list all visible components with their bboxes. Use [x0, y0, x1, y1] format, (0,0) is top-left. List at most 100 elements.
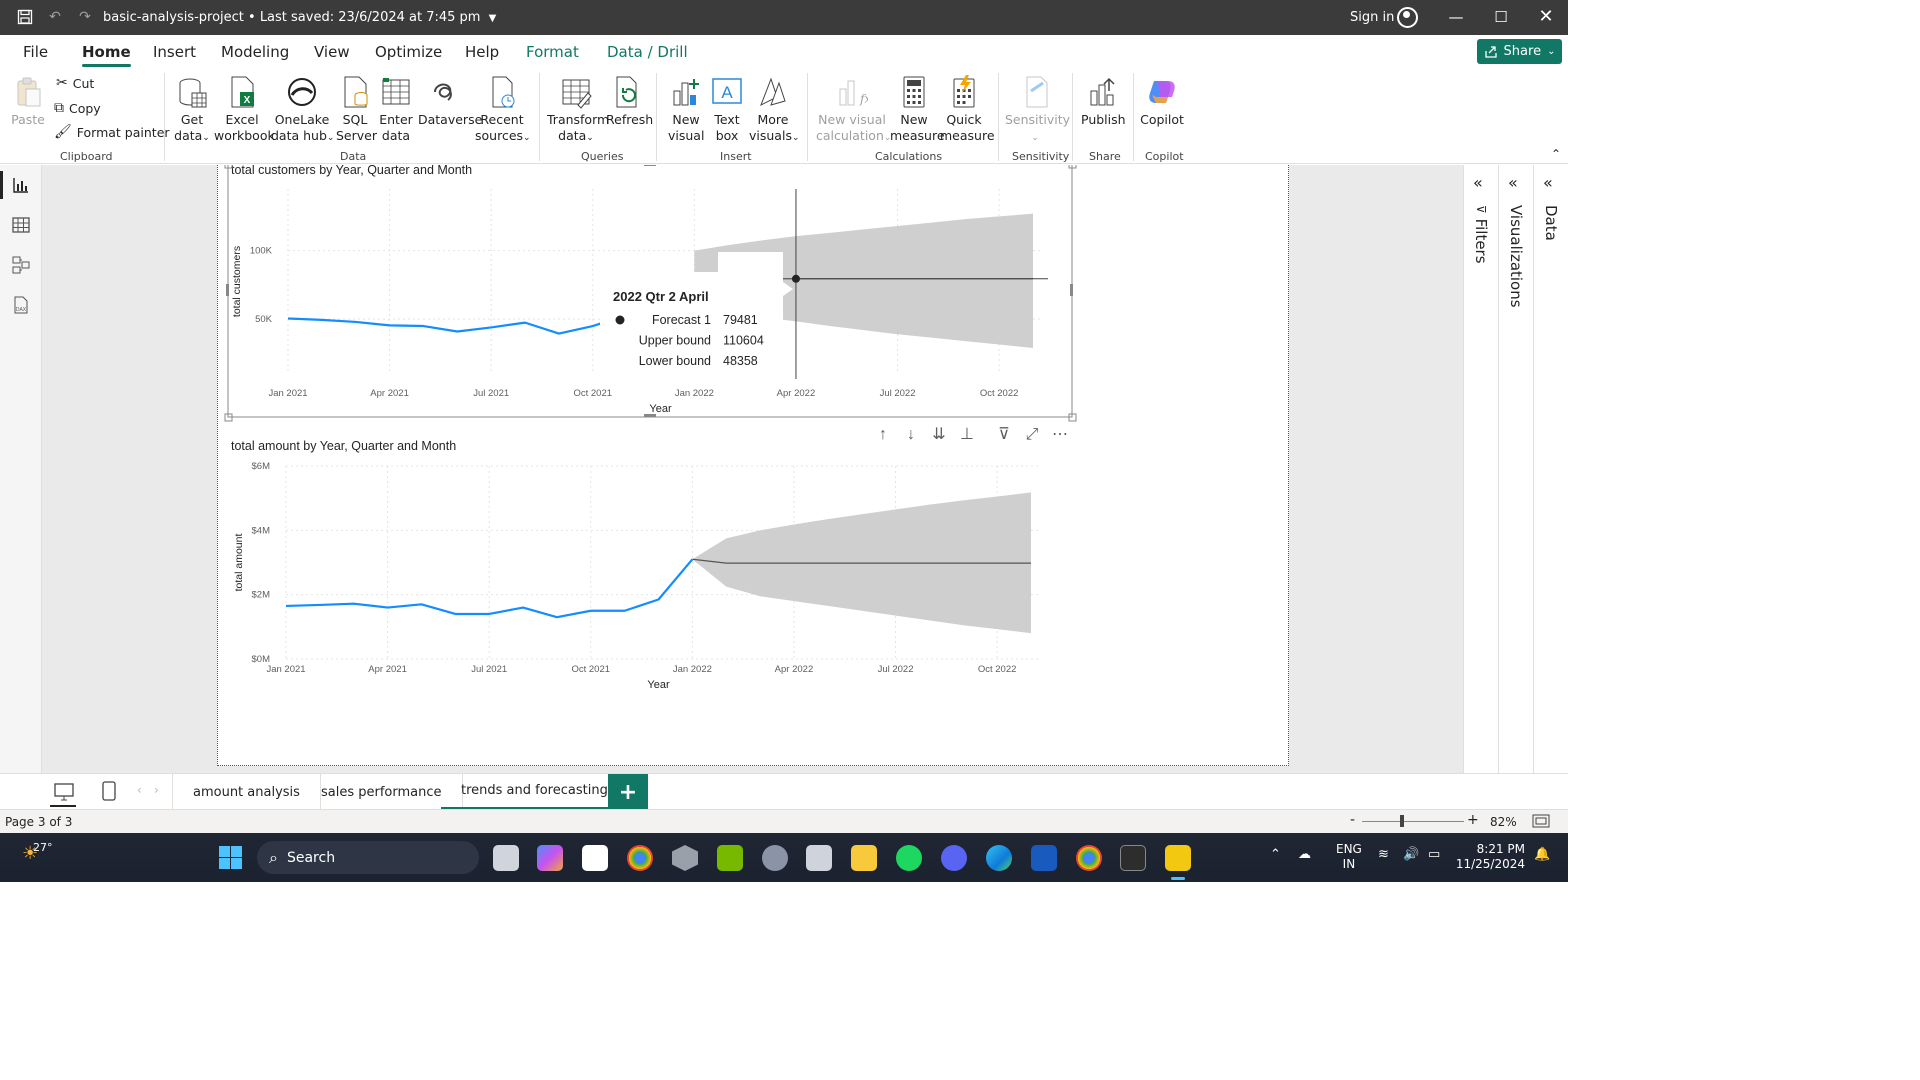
settings-icon[interactable]	[762, 845, 788, 871]
resize-handle-edge[interactable]	[644, 165, 656, 166]
taskbar-search[interactable]: ⌕ Search	[257, 841, 479, 874]
transform-data-button[interactable]: Transform data⌄	[547, 75, 609, 146]
series-point[interactable]	[385, 605, 391, 611]
notification-bell-icon[interactable]: 🔔	[1534, 847, 1550, 862]
series-point[interactable]	[418, 601, 424, 607]
format-painter-button[interactable]: 🖌 Format painter	[54, 124, 170, 140]
zoom-out-button[interactable]: -	[1350, 812, 1355, 828]
chrome-icon[interactable]	[627, 845, 653, 871]
task-view-icon[interactable]	[493, 845, 519, 871]
window-title[interactable]: basic-analysis-project • Last saved: 23/…	[103, 10, 496, 25]
file-explorer-icon[interactable]	[851, 845, 877, 871]
fit-to-page-icon[interactable]	[1532, 814, 1550, 828]
add-page-button[interactable]: +	[608, 774, 648, 810]
page-tab-trends-and-forecasting[interactable]: trends and forecasting	[441, 774, 629, 810]
zoom-slider-thumb[interactable]	[1400, 815, 1404, 827]
tab-file[interactable]: File	[23, 43, 48, 61]
expand-filters-icon[interactable]: «	[1473, 173, 1483, 192]
enter-data-button[interactable]: Enter data	[378, 75, 414, 144]
get-data-button[interactable]: Get data⌄	[173, 75, 211, 146]
tab-insert[interactable]: Insert	[153, 43, 196, 61]
resize-handle-edge[interactable]	[226, 284, 229, 296]
series-point[interactable]	[319, 317, 325, 323]
word-icon[interactable]	[1031, 845, 1057, 871]
series-point[interactable]	[420, 323, 426, 329]
battery-icon[interactable]: ▭	[1428, 847, 1440, 862]
series-point[interactable]	[283, 603, 289, 609]
series-point[interactable]	[590, 323, 596, 329]
tab-modeling[interactable]: Modeling	[221, 43, 289, 61]
undo-icon[interactable]: ↶	[46, 8, 64, 26]
excel-workbook-button[interactable]: X Excel workbook	[214, 75, 275, 144]
recent-sources-button[interactable]: Recent sources⌄	[475, 75, 531, 146]
data-pane[interactable]: « Data	[1534, 165, 1569, 773]
series-point[interactable]	[285, 316, 291, 322]
drill-up-icon[interactable]: ↑	[879, 426, 887, 443]
language-indicator[interactable]: ENG IN	[1336, 842, 1362, 872]
series-point[interactable]	[317, 602, 323, 608]
scroll-left-icon[interactable]: ‹	[137, 783, 142, 797]
table-view-icon[interactable]	[11, 215, 31, 235]
new-measure-button[interactable]: New measure	[890, 75, 945, 144]
discord-icon[interactable]	[941, 845, 967, 871]
paste-button[interactable]: Paste	[10, 75, 46, 128]
page-tab-sales-performance[interactable]: sales performance	[301, 774, 463, 810]
resize-handle-edge[interactable]	[644, 414, 656, 417]
collapse-ribbon-icon[interactable]: ⌃	[1551, 147, 1561, 161]
unity-icon[interactable]	[672, 845, 698, 871]
series-point[interactable]	[387, 322, 393, 328]
tab-format[interactable]: Format	[526, 43, 579, 61]
show-hidden-icons[interactable]: ⌃	[1270, 847, 1281, 862]
microsoft-store-icon[interactable]	[582, 845, 608, 871]
cut-button[interactable]: ✂ Cut	[56, 75, 94, 91]
expand-hierarchy-icon[interactable]: ⊥	[960, 426, 974, 443]
zoom-in-button[interactable]: +	[1467, 812, 1479, 828]
chrome-profile-icon[interactable]	[1076, 845, 1102, 871]
more-visuals-button[interactable]: More visuals⌄	[749, 75, 800, 146]
series-point[interactable]	[656, 596, 662, 602]
calculator-app-icon[interactable]	[806, 845, 832, 871]
desktop-layout-icon[interactable]	[53, 782, 75, 802]
redo-icon[interactable]: ↷	[76, 8, 94, 26]
onedrive-icon[interactable]: ☁	[1298, 847, 1311, 862]
series-point[interactable]	[353, 319, 359, 325]
series-point[interactable]	[488, 324, 494, 330]
account-avatar-icon[interactable]	[1397, 7, 1418, 28]
sensitivity-button[interactable]: Sensitivity ⌄	[1005, 75, 1070, 146]
resize-handle-edge[interactable]	[1070, 284, 1073, 296]
nvidia-icon[interactable]	[717, 845, 743, 871]
scroll-right-icon[interactable]: ›	[154, 783, 159, 797]
series-point[interactable]	[351, 601, 357, 607]
refresh-button[interactable]: Refresh	[606, 75, 653, 128]
publish-button[interactable]: Publish	[1081, 75, 1126, 128]
mobile-layout-icon[interactable]	[101, 780, 117, 802]
maximize-button[interactable]: ☐	[1490, 6, 1512, 28]
series-point[interactable]	[522, 320, 528, 326]
text-box-button[interactable]: A Text box	[710, 75, 744, 144]
volume-icon[interactable]: 🔊	[1403, 847, 1419, 862]
onelake-data-hub-button[interactable]: OneLake data hub⌄	[271, 75, 334, 146]
wifi-icon[interactable]: ≋	[1378, 847, 1389, 862]
series-point[interactable]	[452, 611, 458, 617]
power-bi-icon[interactable]	[1165, 845, 1191, 871]
more-options-icon[interactable]: ⋯	[1052, 426, 1068, 443]
tab-help[interactable]: Help	[465, 43, 499, 61]
visualizations-pane[interactable]: « Visualizations	[1499, 165, 1534, 773]
spotify-icon[interactable]	[896, 845, 922, 871]
copilot-app-icon[interactable]	[537, 845, 563, 871]
dax-query-view-icon[interactable]: DAX	[11, 295, 31, 315]
series-point[interactable]	[554, 614, 560, 620]
filters-pane[interactable]: « ⊽ Filters	[1464, 165, 1499, 773]
tab-data-drill[interactable]: Data / Drill	[607, 43, 688, 61]
windows-start-icon[interactable]	[218, 845, 243, 870]
report-view-icon[interactable]	[11, 175, 31, 195]
series-point[interactable]	[689, 556, 695, 562]
close-button[interactable]: ✕	[1535, 6, 1557, 28]
tab-view[interactable]: View	[314, 43, 350, 61]
focus-mode-icon[interactable]: ⤢	[1026, 426, 1039, 443]
expand-next-level-icon[interactable]: ⇊	[932, 426, 945, 443]
zoom-slider[interactable]	[1362, 821, 1464, 822]
crosshair-point[interactable]	[791, 274, 800, 283]
expand-visualizations-icon[interactable]: «	[1508, 173, 1518, 192]
series-point[interactable]	[486, 611, 492, 617]
